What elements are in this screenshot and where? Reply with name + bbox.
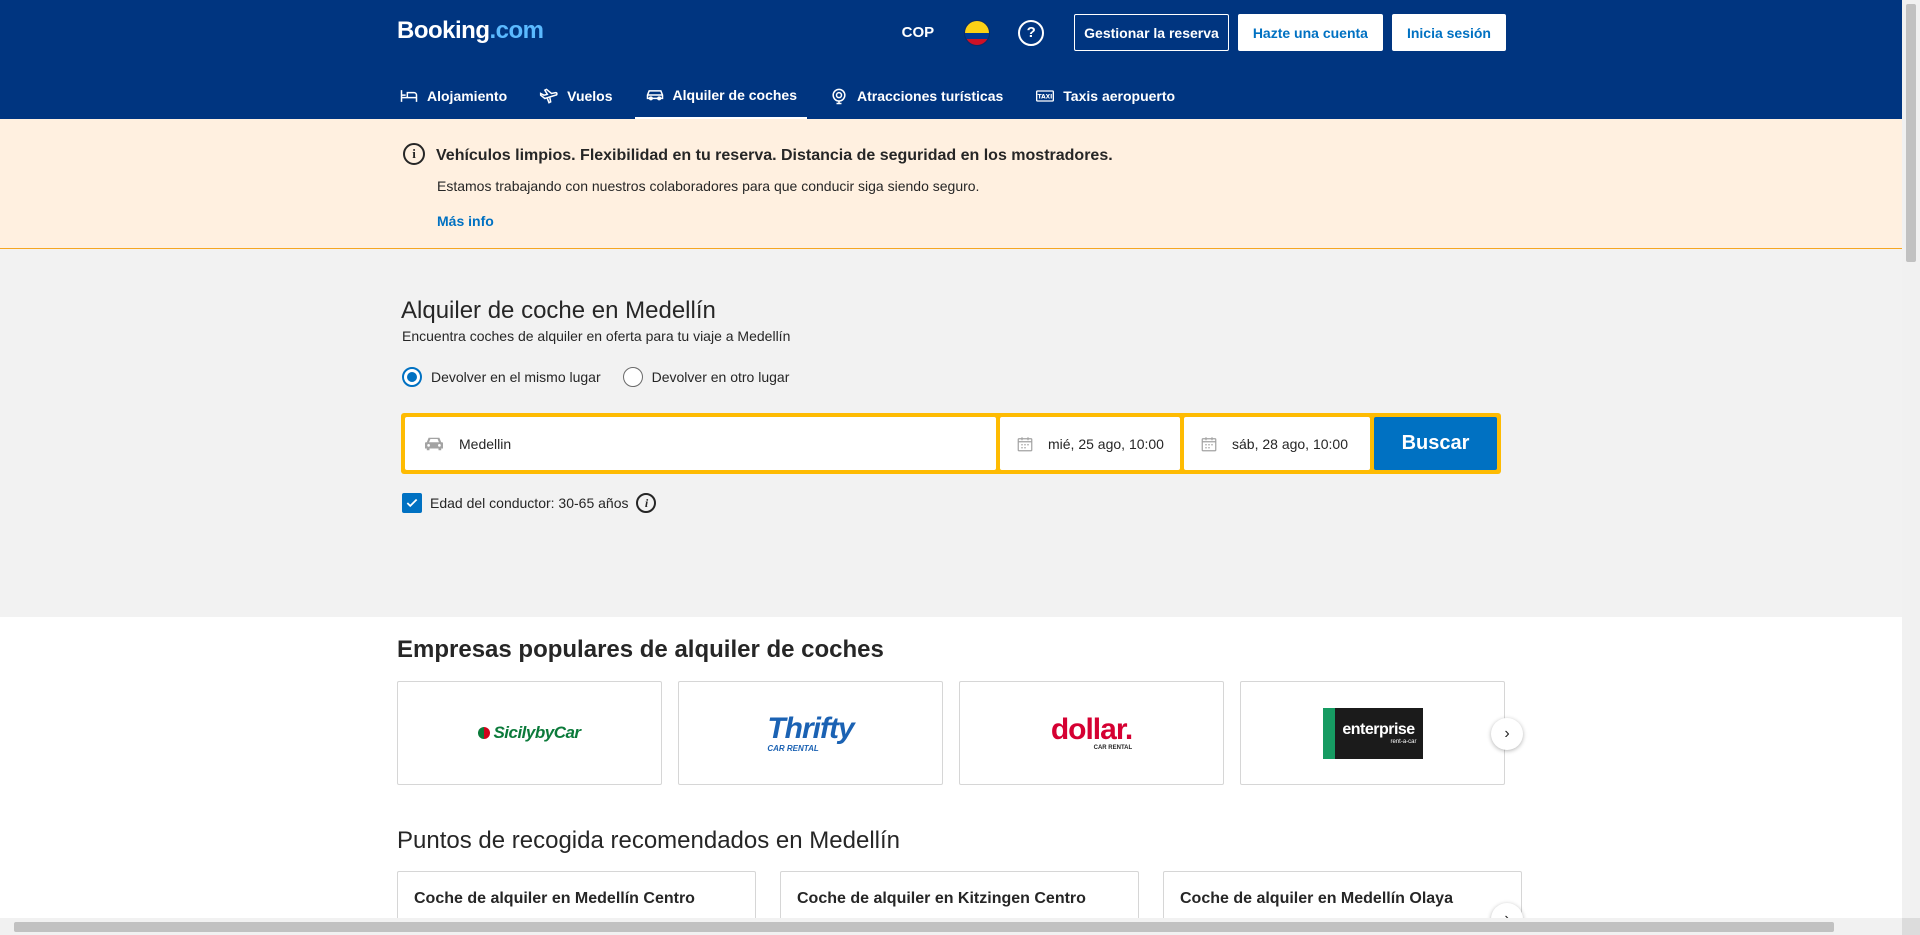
driver-age-checkbox[interactable] (402, 493, 422, 513)
sign-in-button[interactable]: Inicia sesión (1391, 14, 1506, 51)
return-option-group: Devolver en el mismo lugar Devolver en o… (402, 367, 789, 387)
company-card-enterprise[interactable]: enterprise rent-a-car (1240, 681, 1505, 785)
dollar-logo: dollar. CAR RENTAL (1050, 713, 1133, 752)
companies-carousel: SicilybyCar Thrifty CAR RENTAL dollar. C… (397, 681, 1505, 785)
horizontal-scrollbar[interactable] (0, 918, 1902, 935)
nav-item-alquiler-coches[interactable]: Alquiler de coches (634, 72, 807, 119)
driver-age-row: Edad del conductor: 30-65 años i (402, 493, 657, 513)
main-nav: Alojamiento Vuelos Alquiler de coches At… (389, 72, 1197, 119)
chevron-right-icon[interactable]: › (1491, 718, 1523, 750)
info-icon[interactable]: i (636, 493, 657, 513)
location-value: Medellin (459, 435, 512, 452)
nav-item-atracciones[interactable]: Atracciones turísticas (819, 72, 1013, 119)
page-subtitle: Encuentra coches de alquiler en oferta p… (402, 328, 791, 344)
info-icon: i (403, 143, 425, 165)
banner-title: Vehículos limpios. Flexibilidad en tu re… (436, 147, 1113, 164)
logo-text: Booking (397, 17, 490, 44)
radio-other-location[interactable]: Devolver en otro lugar (622, 367, 790, 387)
attractions-icon (832, 88, 846, 104)
pickup-title: Puntos de recogida recomendados en Medel… (397, 827, 900, 854)
search-box: Medellin mié, 25 ago, 10:00 sáb, 28 ago,… (401, 413, 1501, 474)
vertical-scrollbar[interactable] (1902, 0, 1920, 935)
dropoff-date-value: sáb, 28 ago, 10:00 (1232, 435, 1348, 452)
sicily-mark-icon (478, 727, 491, 739)
scrollbar-corner (1902, 918, 1920, 935)
plane-icon (540, 87, 558, 104)
pickup-location-field[interactable]: Medellin (405, 417, 996, 470)
page-title: Alquiler de coche en Medellín (401, 297, 716, 324)
car-icon (425, 437, 443, 450)
safety-banner: i Vehículos limpios. Flexibilidad en tu … (0, 119, 1902, 249)
pickup-date-field[interactable]: mié, 25 ago, 10:00 (1000, 417, 1180, 470)
pickup-card-title: Coche de alquiler en Kitzingen Centro (797, 890, 1086, 907)
logo-dot-com: .com (489, 17, 545, 44)
pickup-card-title: Coche de alquiler en Medellín Olaya (1180, 890, 1453, 907)
search-button[interactable]: Buscar (1374, 417, 1497, 470)
company-card-dollar[interactable]: dollar. CAR RENTAL (959, 681, 1224, 785)
nav-item-taxis[interactable]: TAXI Taxis aeropuerto (1025, 72, 1185, 119)
nav-label: Alojamiento (427, 87, 508, 104)
calendar-icon (1017, 436, 1033, 451)
company-card-sicily[interactable]: SicilybyCar (397, 681, 662, 785)
colombia-flag-icon[interactable] (964, 19, 991, 46)
booking-logo[interactable]: Booking.com (397, 17, 544, 45)
nav-label: Alquiler de coches (672, 86, 797, 103)
radio-label: Devolver en el mismo lugar (431, 369, 601, 385)
nav-item-alojamiento[interactable]: Alojamiento (389, 72, 517, 119)
site-header: Booking.com COP ? Gestionar la reserva H… (0, 0, 1902, 119)
companies-title: Empresas populares de alquiler de coches (397, 636, 884, 663)
help-icon[interactable]: ? (1018, 19, 1045, 46)
radio-same-location[interactable]: Devolver en el mismo lugar (402, 367, 601, 387)
bed-icon (400, 89, 418, 102)
nav-item-vuelos[interactable]: Vuelos (529, 72, 622, 119)
sicilybycar-logo: SicilybyCar (478, 723, 581, 743)
svg-text:TAXI: TAXI (1038, 94, 1053, 100)
search-section: Alquiler de coche en Medellín Encuentra … (0, 249, 1902, 617)
enterprise-logo: enterprise rent-a-car (1322, 707, 1423, 759)
thrifty-logo: Thrifty CAR RENTAL (767, 711, 854, 753)
pickup-date-value: mié, 25 ago, 10:00 (1048, 435, 1164, 452)
taxi-icon: TAXI (1036, 89, 1055, 102)
driver-age-label: Edad del conductor: 30-65 años (430, 495, 629, 511)
company-card-thrifty[interactable]: Thrifty CAR RENTAL (678, 681, 943, 785)
calendar-icon (1201, 436, 1217, 451)
dropoff-date-field[interactable]: sáb, 28 ago, 10:00 (1184, 417, 1370, 470)
manage-booking-button[interactable]: Gestionar la reserva (1074, 14, 1229, 51)
radio-label: Devolver en otro lugar (651, 369, 790, 385)
nav-label: Vuelos (567, 87, 613, 104)
pickup-card-title: Coche de alquiler en Medellín Centro (414, 890, 695, 907)
more-info-link[interactable]: Más info (437, 213, 494, 229)
radio-unchecked-icon (622, 367, 643, 387)
checkmark-icon (406, 498, 418, 508)
scrollbar-thumb[interactable] (1906, 4, 1916, 262)
create-account-button[interactable]: Hazte una cuenta (1237, 14, 1383, 51)
header-actions: COP ? Gestionar la reserva Hazte una cue… (902, 14, 1506, 51)
nav-label: Atracciones turísticas (857, 87, 1004, 104)
car-icon (646, 89, 663, 100)
nav-label: Taxis aeropuerto (1063, 87, 1176, 104)
radio-checked-icon (402, 367, 422, 387)
currency-selector[interactable]: COP (902, 24, 935, 41)
scrollbar-thumb[interactable] (14, 922, 1834, 932)
banner-text: Estamos trabajando con nuestros colabora… (437, 178, 980, 194)
